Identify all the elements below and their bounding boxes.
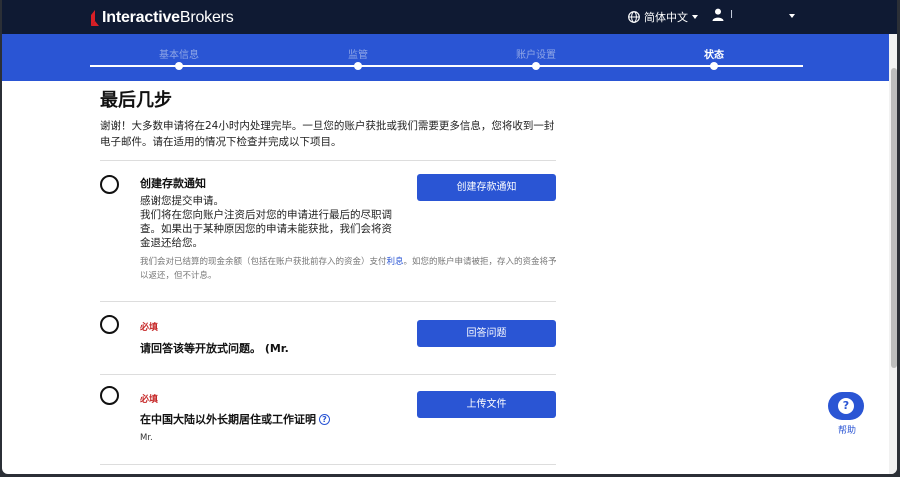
top-navbar: InteractiveBrokers 简体中文 l (2, 0, 897, 34)
step-dot (175, 62, 183, 70)
task-description: 感谢您提交申请。 我们将在您向账户注资后对您的申请进行最后的尽职调查。如果出于某… (140, 195, 392, 249)
interest-link[interactable]: 利息 (387, 257, 404, 267)
required-label: 必填 (140, 395, 159, 405)
required-label: 必填 (140, 323, 159, 333)
divider (100, 374, 556, 375)
step-dot (354, 62, 362, 70)
task-title: 请回答该等开放式问题。 (Mr. (140, 342, 289, 355)
upload-file-button[interactable]: 上传文件 (417, 391, 556, 418)
divider (100, 301, 556, 302)
task-note: 我们会对已结算的现金余额（包括在账户获批前存入的资金）支付利息。如您的账户申请被… (140, 257, 557, 281)
divider (100, 464, 556, 465)
task-title: 创建存款通知 (140, 177, 206, 190)
user-name: l (730, 8, 734, 21)
user-menu[interactable]: l (712, 8, 790, 21)
question-circle-icon[interactable]: ? (319, 414, 330, 425)
step-regulatory: 监管 (348, 50, 368, 61)
scrollbar-thumb[interactable] (891, 68, 897, 368)
help-button[interactable]: ? (828, 392, 864, 420)
create-deposit-notice-button[interactable]: 创建存款通知 (417, 174, 556, 201)
task-status-radio[interactable] (100, 175, 119, 194)
help-label[interactable]: 帮助 (838, 423, 856, 436)
step-basic-info: 基本信息 (159, 50, 199, 61)
step-dot (710, 62, 718, 70)
stepper-track (90, 65, 803, 67)
step-account-settings: 账户设置 (516, 50, 556, 61)
task-status-radio[interactable] (100, 315, 119, 334)
brand-name: InteractiveBrokers (102, 9, 234, 26)
task-subtitle: Mr. (140, 433, 153, 443)
task-status-radio[interactable] (100, 386, 119, 405)
step-dot (532, 62, 540, 70)
answer-questions-button[interactable]: 回答问题 (417, 320, 556, 347)
ib-logo-icon (91, 10, 99, 26)
task-title: 在中国大陆以外长期居住或工作证明? (140, 411, 330, 427)
user-menu-chevron-icon[interactable] (789, 14, 795, 18)
globe-icon (628, 11, 640, 23)
step-status: 状态 (704, 50, 724, 61)
chevron-down-icon (692, 15, 698, 19)
main-content: 最后几步 谢谢！大多数申请将在24小时内处理完毕。一旦您的账户获批或我们需要更多… (98, 86, 558, 465)
brand-logo[interactable]: InteractiveBrokers (90, 8, 234, 28)
page-title: 最后几步 (100, 90, 172, 111)
question-icon: ? (838, 398, 854, 414)
divider (100, 160, 556, 161)
language-label: 简体中文 (644, 11, 688, 24)
progress-stepper: 基本信息 监管 账户设置 状态 (2, 34, 889, 81)
app-window: InteractiveBrokers 简体中文 l 基本信息 监管 账户设置 状… (2, 0, 897, 474)
user-icon (712, 8, 724, 21)
language-selector[interactable]: 简体中文 (628, 9, 698, 25)
intro-text: 谢谢！大多数申请将在24小时内处理完毕。一旦您的账户获批或我们需要更多信息，您将… (100, 120, 555, 148)
